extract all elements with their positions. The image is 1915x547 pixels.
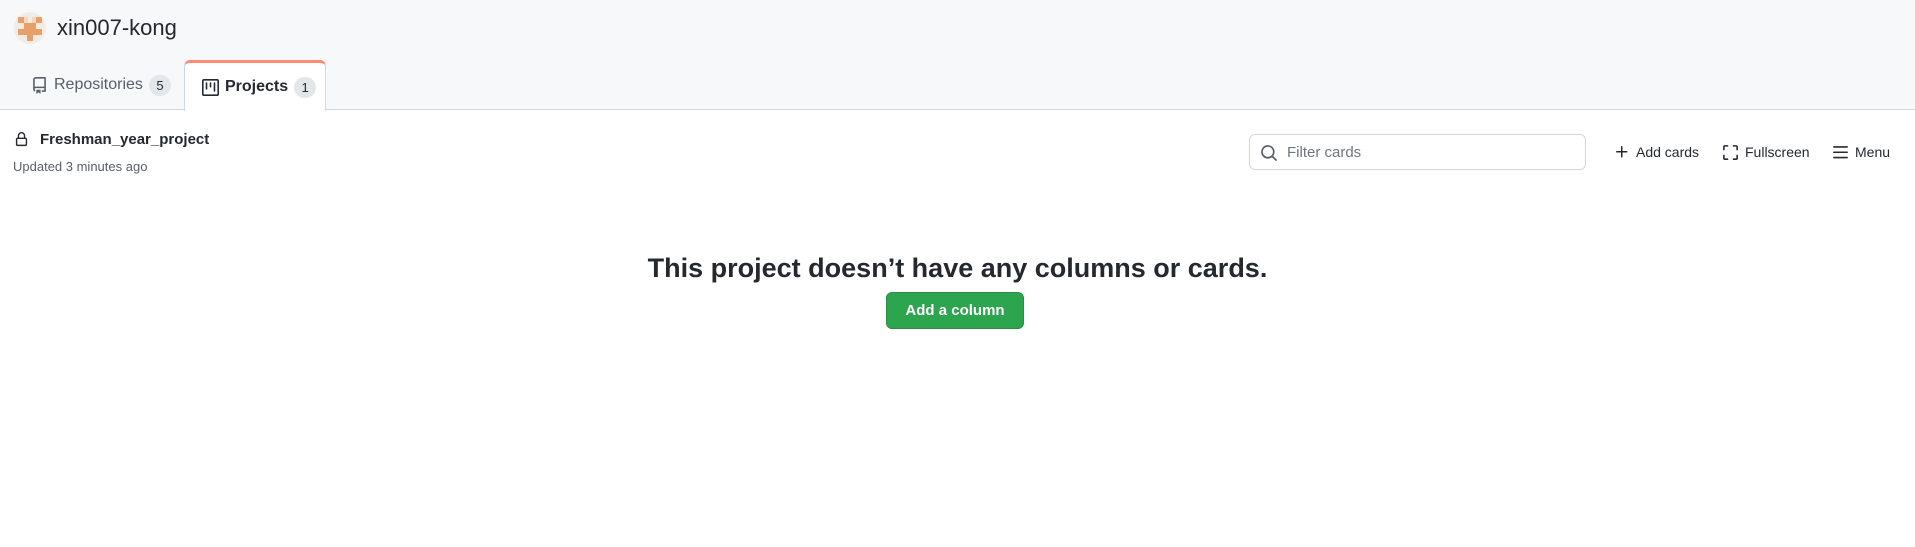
empty-state-message: This project doesn’t have any columns or… <box>647 253 1268 283</box>
add-cards-button[interactable]: Add cards <box>1614 140 1699 164</box>
tab-projects-label: Projects <box>225 78 289 95</box>
fullscreen-button[interactable]: Fullscreen <box>1722 140 1810 164</box>
add-cards-label: Add cards <box>1636 144 1700 160</box>
tab-projects-count: 1 <box>294 76 317 98</box>
plus-icon <box>1616 146 1628 158</box>
profile-header: xin007-kong Repositories 5 Projects 1 <box>0 0 1915 111</box>
tab-repositories[interactable]: Repositories 5 <box>31 60 171 110</box>
tab-repositories-label: Repositories <box>54 76 143 93</box>
filter-cards-field[interactable] <box>1249 134 1586 170</box>
owner-name[interactable]: xin007-kong <box>57 15 177 41</box>
add-column-button[interactable]: Add a column <box>886 292 1024 329</box>
fullscreen-label: Fullscreen <box>1745 144 1810 160</box>
repo-icon <box>31 76 48 94</box>
tab-repositories-count: 5 <box>148 74 171 96</box>
fullscreen-icon <box>1723 144 1738 160</box>
project-icon <box>202 78 219 96</box>
owner-avatar[interactable] <box>14 12 46 44</box>
menu-label: Menu <box>1855 144 1891 160</box>
filter-cards-input[interactable] <box>1287 136 1577 168</box>
hamburger-menu-icon <box>1833 145 1848 158</box>
project-updated-time: Updated 3 minutes ago <box>13 159 148 174</box>
project-title[interactable]: Freshman_year_project <box>40 131 209 148</box>
lock-icon <box>14 131 29 148</box>
menu-button[interactable]: Menu <box>1832 140 1890 164</box>
tab-projects[interactable]: Projects 1 <box>184 60 326 111</box>
search-icon <box>1260 144 1278 162</box>
